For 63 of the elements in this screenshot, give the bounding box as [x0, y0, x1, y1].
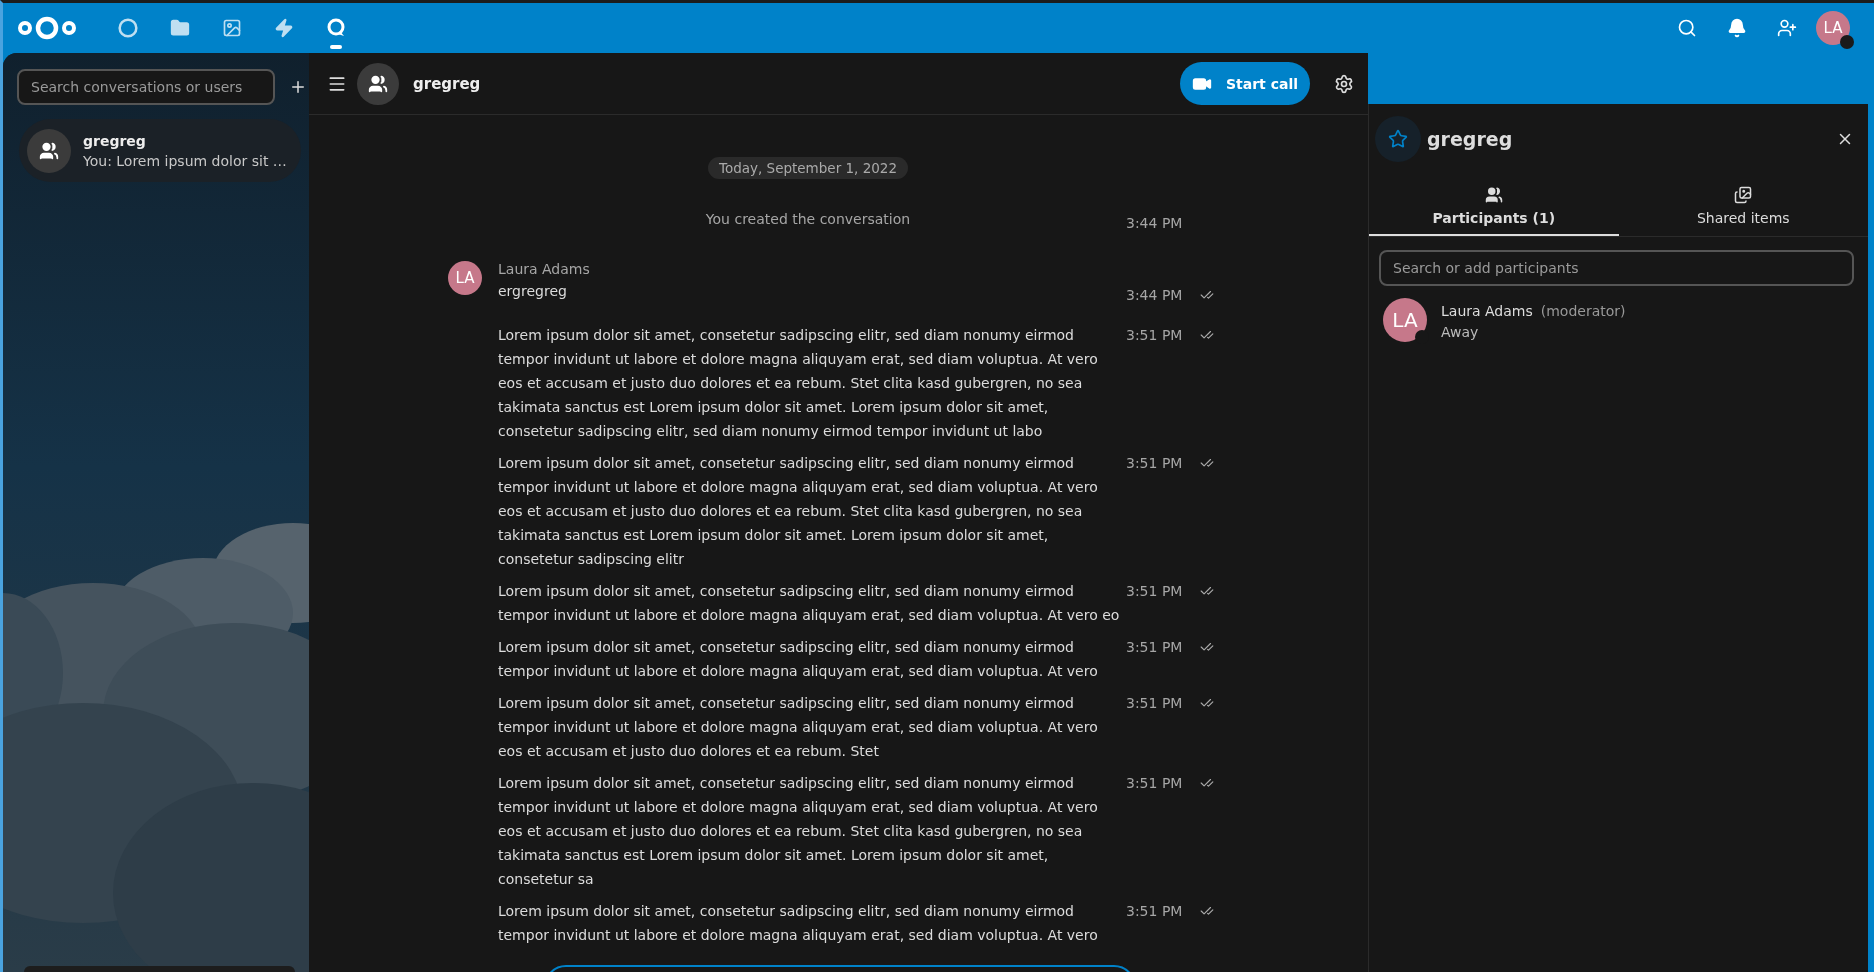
- read-icon: [1200, 328, 1214, 342]
- participant-search-field[interactable]: Search or add participants: [1379, 250, 1854, 286]
- settings-button[interactable]: [1334, 73, 1354, 94]
- star-icon: [1388, 129, 1408, 149]
- participant-role: (moderator): [1540, 302, 1626, 319]
- message-text: Lorem ipsum dolor sit amet, consetetur sadipscing elitr, sed diam nonumy eirmod tempor invidunt ut labore et dolore magna aliquyam erat, sed diam voluptua. At vero eos et accusam et justo duo dolores et ea rebum. Stet: [498, 694, 1098, 761]
- add-button[interactable]: [289, 78, 307, 96]
- images-icon: [1734, 186, 1753, 204]
- panel-title: gregreg: [1427, 128, 1514, 150]
- chat-bubble-icon: [326, 18, 346, 38]
- message-time: 3:51 PM: [1126, 638, 1184, 657]
- status-indicator: [1840, 35, 1854, 49]
- image-icon: [222, 18, 242, 38]
- conversation-item[interactable]: gregreg You: Lorem ipsum dolor sit …: [19, 119, 301, 182]
- message-time: 3:51 PM: [1126, 902, 1184, 921]
- read-icon: [1200, 904, 1214, 918]
- conversation-name: gregreg: [83, 132, 147, 149]
- message-time: 3:51 PM: [1126, 582, 1184, 601]
- message-text: Lorem ipsum dolor sit amet, consetetur sadipscing elitr, sed diam nonumy eirmod tempor invidunt ut labore et dolore magna aliquyam erat, sed diam voluptua. At vero eos et accusam et justo duo dolores et ea rebum. Stet clita kasd gubergren, no sea takimata sanctus est Lorem ipsum dolor sit amet. Lorem ipsum dolor sit amet, consetetur sadipscing elitr: [498, 454, 1098, 569]
- bell-icon: [1727, 18, 1747, 38]
- message-preview: You: Lorem ipsum dolor sit …: [83, 152, 287, 169]
- folder-icon: [170, 18, 190, 38]
- people-icon: [39, 140, 59, 161]
- message-time: 3:51 PM: [1126, 694, 1184, 713]
- start-call-button[interactable]: Start call: [1180, 62, 1310, 105]
- message-text: Lorem ipsum dolor sit amet, consetetur sadipscing elitr, sed diam nonumy eirmod tempor invidunt ut labore et dolore magna aliquyam erat, sed diam voluptua. At vero: [498, 902, 1098, 945]
- people-icon: [1484, 186, 1503, 204]
- message-time: 3:51 PM: [1126, 326, 1184, 345]
- read-icon: [1200, 288, 1214, 302]
- participant-name: Laura Adams: [1441, 302, 1533, 319]
- plus-icon: [289, 78, 307, 96]
- message-time: 3:51 PM: [1126, 454, 1184, 473]
- read-icon: [1200, 456, 1214, 470]
- message-text: Lorem ipsum dolor sit amet, consetetur sadipscing elitr, sed diam nonumy eirmod tempor invidunt ut labore et dolore magna aliquyam erat, sed diam voluptua. At vero eo: [498, 582, 1120, 625]
- search-icon: [1677, 18, 1697, 38]
- person-plus-icon: [1777, 18, 1797, 38]
- people-icon: [368, 73, 388, 94]
- participant-avatar: LA: [1383, 298, 1427, 342]
- message-time: 3:44 PM: [1126, 214, 1184, 233]
- system-message: You created the conversation: [705, 211, 911, 227]
- message-time: 3:51 PM: [1126, 774, 1184, 793]
- message-text: Lorem ipsum dolor sit amet, consetetur sadipscing elitr, sed diam nonumy eirmod tempor invidunt ut labore et dolore magna aliquyam erat, sed diam voluptua. At vero eos et accusam et justo duo dolores et ea rebum. Stet clita kasd gubergren, no sea takimata sanctus est Lorem ipsum dolor sit amet. Lorem ipsum dolor sit amet, consetetur sa: [498, 774, 1098, 889]
- logo-icon[interactable]: [17, 15, 77, 41]
- tab[interactable]: Shared items: [1618, 178, 1868, 236]
- message-time: 3:44 PM: [1126, 286, 1184, 305]
- author-name: Laura Adams: [498, 261, 590, 277]
- read-icon: [1200, 640, 1214, 654]
- date-separator: Today, September 1, 2022: [707, 157, 909, 179]
- message-text: Lorem ipsum dolor sit amet, consetetur sadipscing elitr, sed diam nonumy eirmod tempor invidunt ut labore et dolore magna aliquyam erat, sed diam voluptua. At vero eos et accusam et justo duo dolores et ea rebum. Stet clita kasd gubergren, no sea takimata sanctus est Lorem ipsum dolor sit amet. Lorem ipsum dolor sit amet, consetetur sadipscing elitr, sed diam nonumy eirmod tempor invidunt ut labo: [498, 326, 1098, 441]
- read-icon: [1200, 696, 1214, 710]
- tab[interactable]: Participants (1): [1369, 178, 1619, 236]
- read-icon: [1200, 776, 1214, 790]
- read-icon: [1200, 584, 1214, 598]
- participant-status: Away: [1441, 323, 1480, 340]
- settings-icon: [1334, 73, 1354, 94]
- lightning-icon: [274, 18, 294, 38]
- favorite-button[interactable]: [1375, 116, 1421, 162]
- message-text: Lorem ipsum dolor sit amet, consetetur sadipscing elitr, sed diam nonumy eirmod tempor invidunt ut labore et dolore magna aliquyam erat, sed diam voluptua. At vero: [498, 638, 1098, 681]
- conversation-title: gregreg: [413, 74, 481, 93]
- message-text: ergregreg: [498, 282, 567, 301]
- circle-icon: [118, 18, 138, 38]
- search-field[interactable]: Search conversations or users: [17, 69, 275, 105]
- author-avatar: LA: [448, 261, 482, 295]
